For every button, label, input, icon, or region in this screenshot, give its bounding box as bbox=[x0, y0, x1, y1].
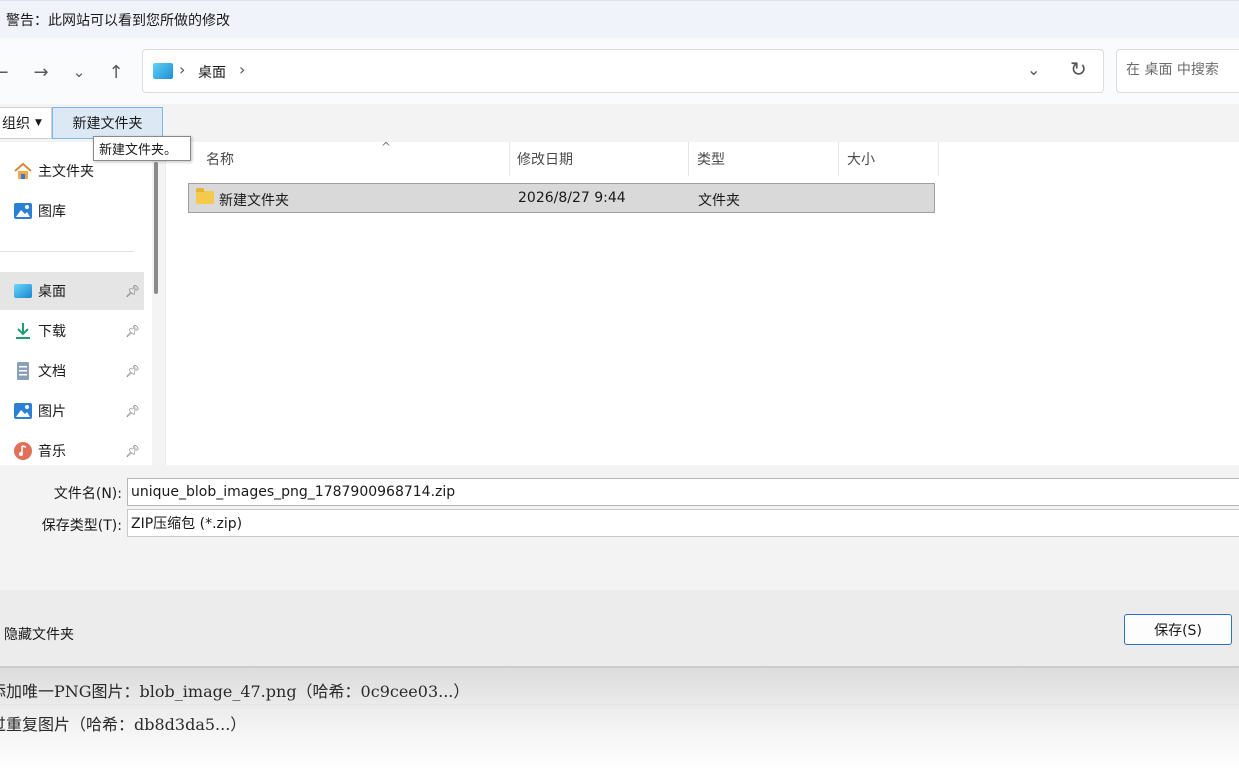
sort-ascending-icon: ^ bbox=[381, 140, 392, 154]
filetype-label: 保存类型(T): bbox=[41, 518, 122, 534]
pin-icon[interactable]: 📌︎ bbox=[125, 284, 140, 298]
recent-locations-button[interactable]: ⌄ bbox=[64, 58, 94, 86]
file-row[interactable]: 新建文件夹 2026/8/27 9:44 文件夹 bbox=[188, 183, 935, 213]
sidebar-item-documents[interactable]: 文档 📌︎ bbox=[0, 352, 144, 390]
new-folder-button[interactable]: 新建文件夹 bbox=[52, 107, 163, 139]
pin-icon[interactable]: 📌︎ bbox=[125, 404, 140, 418]
organize-button[interactable]: 组织 ▼ bbox=[0, 107, 52, 139]
new-folder-label: 新建文件夹 bbox=[72, 116, 143, 132]
column-header-name[interactable]: 名称 ^ bbox=[198, 140, 510, 176]
file-type: 文件夹 bbox=[698, 193, 740, 209]
pin-icon[interactable]: 📌︎ bbox=[125, 444, 140, 458]
log-divider bbox=[0, 704, 1239, 705]
column-header-size[interactable]: 大小 bbox=[839, 142, 939, 176]
sidebar-item-label: 主文件夹 bbox=[38, 164, 94, 180]
filename-input[interactable] bbox=[127, 478, 1239, 506]
arrow-up-icon: ↑ bbox=[108, 61, 124, 83]
folder-icon bbox=[196, 188, 214, 204]
file-list: 名称 ^ 修改日期 类型 大小 新建文件夹 2026/8/27 9:44 文件夹 bbox=[166, 140, 1239, 465]
filetype-selected-value: ZIP压缩包 (*.zip) bbox=[131, 516, 243, 532]
chevron-right-icon[interactable]: › bbox=[239, 60, 245, 79]
column-header-label: 名称 bbox=[206, 152, 234, 168]
arrow-left-icon: ← bbox=[0, 61, 9, 83]
desktop-icon bbox=[153, 63, 173, 79]
chevron-down-icon: ⌄ bbox=[72, 63, 86, 81]
save-button-label: 保存(S) bbox=[1154, 622, 1202, 639]
sidebar-item-pictures[interactable]: 图片 📌︎ bbox=[0, 392, 144, 430]
desktop-icon bbox=[13, 281, 33, 301]
caret-down-icon: ▼ bbox=[35, 118, 42, 128]
up-button[interactable]: ↑ bbox=[101, 58, 131, 86]
sidebar-divider bbox=[0, 251, 134, 252]
filetype-select[interactable]: ZIP压缩包 (*.zip) bbox=[127, 509, 1239, 537]
column-header-label: 大小 bbox=[847, 152, 875, 168]
music-icon bbox=[13, 441, 33, 461]
sidebar-item-downloads[interactable]: 下载 📌︎ bbox=[0, 312, 144, 350]
column-header-label: 类型 bbox=[697, 152, 725, 168]
search-input[interactable] bbox=[1126, 50, 1239, 90]
forward-button[interactable]: → bbox=[26, 58, 56, 86]
sidebar-item-desktop[interactable]: 桌面 📌︎ bbox=[0, 272, 144, 310]
warning-text: 警告：此网站可以看到您所做的修改 bbox=[6, 12, 230, 29]
search-box[interactable] bbox=[1116, 49, 1239, 93]
column-header-modified[interactable]: 修改日期 bbox=[509, 142, 689, 176]
dialog-footer: 隐藏文件夹 保存(S) bbox=[0, 590, 1239, 668]
navigation-bar: ← → ⌄ ↑ › 桌面 › ⌄ ↻ bbox=[0, 38, 1239, 104]
gallery-icon bbox=[13, 201, 33, 221]
column-header-type[interactable]: 类型 bbox=[689, 142, 839, 176]
sidebar-item-label: 图片 bbox=[38, 404, 66, 420]
sidebar-scrollbar[interactable] bbox=[152, 142, 166, 465]
navigation-pane: 主文件夹 图库 桌面 📌︎ 下载 📌︎ 文档 📌︎ 图片 📌︎ 音乐 📌︎ bbox=[0, 142, 152, 465]
sidebar-item-label: 图库 bbox=[38, 204, 66, 220]
file-name: 新建文件夹 bbox=[219, 193, 289, 209]
sidebar-item-label: 音乐 bbox=[38, 444, 66, 460]
address-bar[interactable]: › 桌面 › ⌄ ↻ bbox=[142, 49, 1104, 93]
refresh-icon[interactable]: ↻ bbox=[1070, 57, 1087, 81]
pin-icon[interactable]: 📌︎ bbox=[125, 324, 140, 338]
organize-label: 组织 bbox=[2, 116, 31, 132]
document-icon bbox=[13, 361, 33, 381]
scrollbar-thumb[interactable] bbox=[154, 162, 158, 294]
save-button[interactable]: 保存(S) bbox=[1124, 614, 1232, 645]
download-icon bbox=[13, 321, 33, 341]
column-header-label: 修改日期 bbox=[517, 152, 573, 168]
arrow-right-icon: → bbox=[33, 61, 49, 83]
filename-label: 文件名(N): bbox=[53, 486, 122, 502]
file-modified: 2026/8/27 9:44 bbox=[518, 190, 626, 206]
warning-bar: 警告：此网站可以看到您所做的修改 bbox=[0, 0, 1239, 38]
save-fields: 文件名(N): 保存类型(T): ZIP压缩包 (*.zip) bbox=[0, 465, 1239, 590]
sidebar-item-label: 文档 bbox=[38, 364, 66, 380]
breadcrumb-desktop[interactable]: 桌面 bbox=[198, 62, 226, 82]
pictures-icon bbox=[13, 401, 33, 421]
tooltip-text: 新建文件夹。 bbox=[99, 143, 178, 158]
hide-folders-toggle[interactable]: 隐藏文件夹 bbox=[4, 624, 74, 644]
pin-icon[interactable]: 📌︎ bbox=[125, 364, 140, 378]
background-log: 添加唯一PNG图片：blob_image_47.png（哈希：0c9cee03.… bbox=[0, 668, 1239, 770]
address-dropdown-icon[interactable]: ⌄ bbox=[1027, 60, 1040, 79]
new-folder-tooltip: 新建文件夹。 bbox=[93, 136, 191, 161]
sidebar-item-label: 下载 bbox=[38, 324, 66, 340]
back-button[interactable]: ← bbox=[0, 58, 16, 86]
log-line: 添加唯一PNG图片：blob_image_47.png（哈希：0c9cee03.… bbox=[0, 682, 470, 701]
home-icon bbox=[13, 161, 33, 181]
chevron-right-icon[interactable]: › bbox=[179, 60, 185, 79]
sidebar-item-label: 桌面 bbox=[38, 284, 66, 300]
sidebar-item-gallery[interactable]: 图库 bbox=[0, 192, 144, 230]
log-line: 过重复图片（哈希：db8d3da5...） bbox=[0, 715, 247, 734]
